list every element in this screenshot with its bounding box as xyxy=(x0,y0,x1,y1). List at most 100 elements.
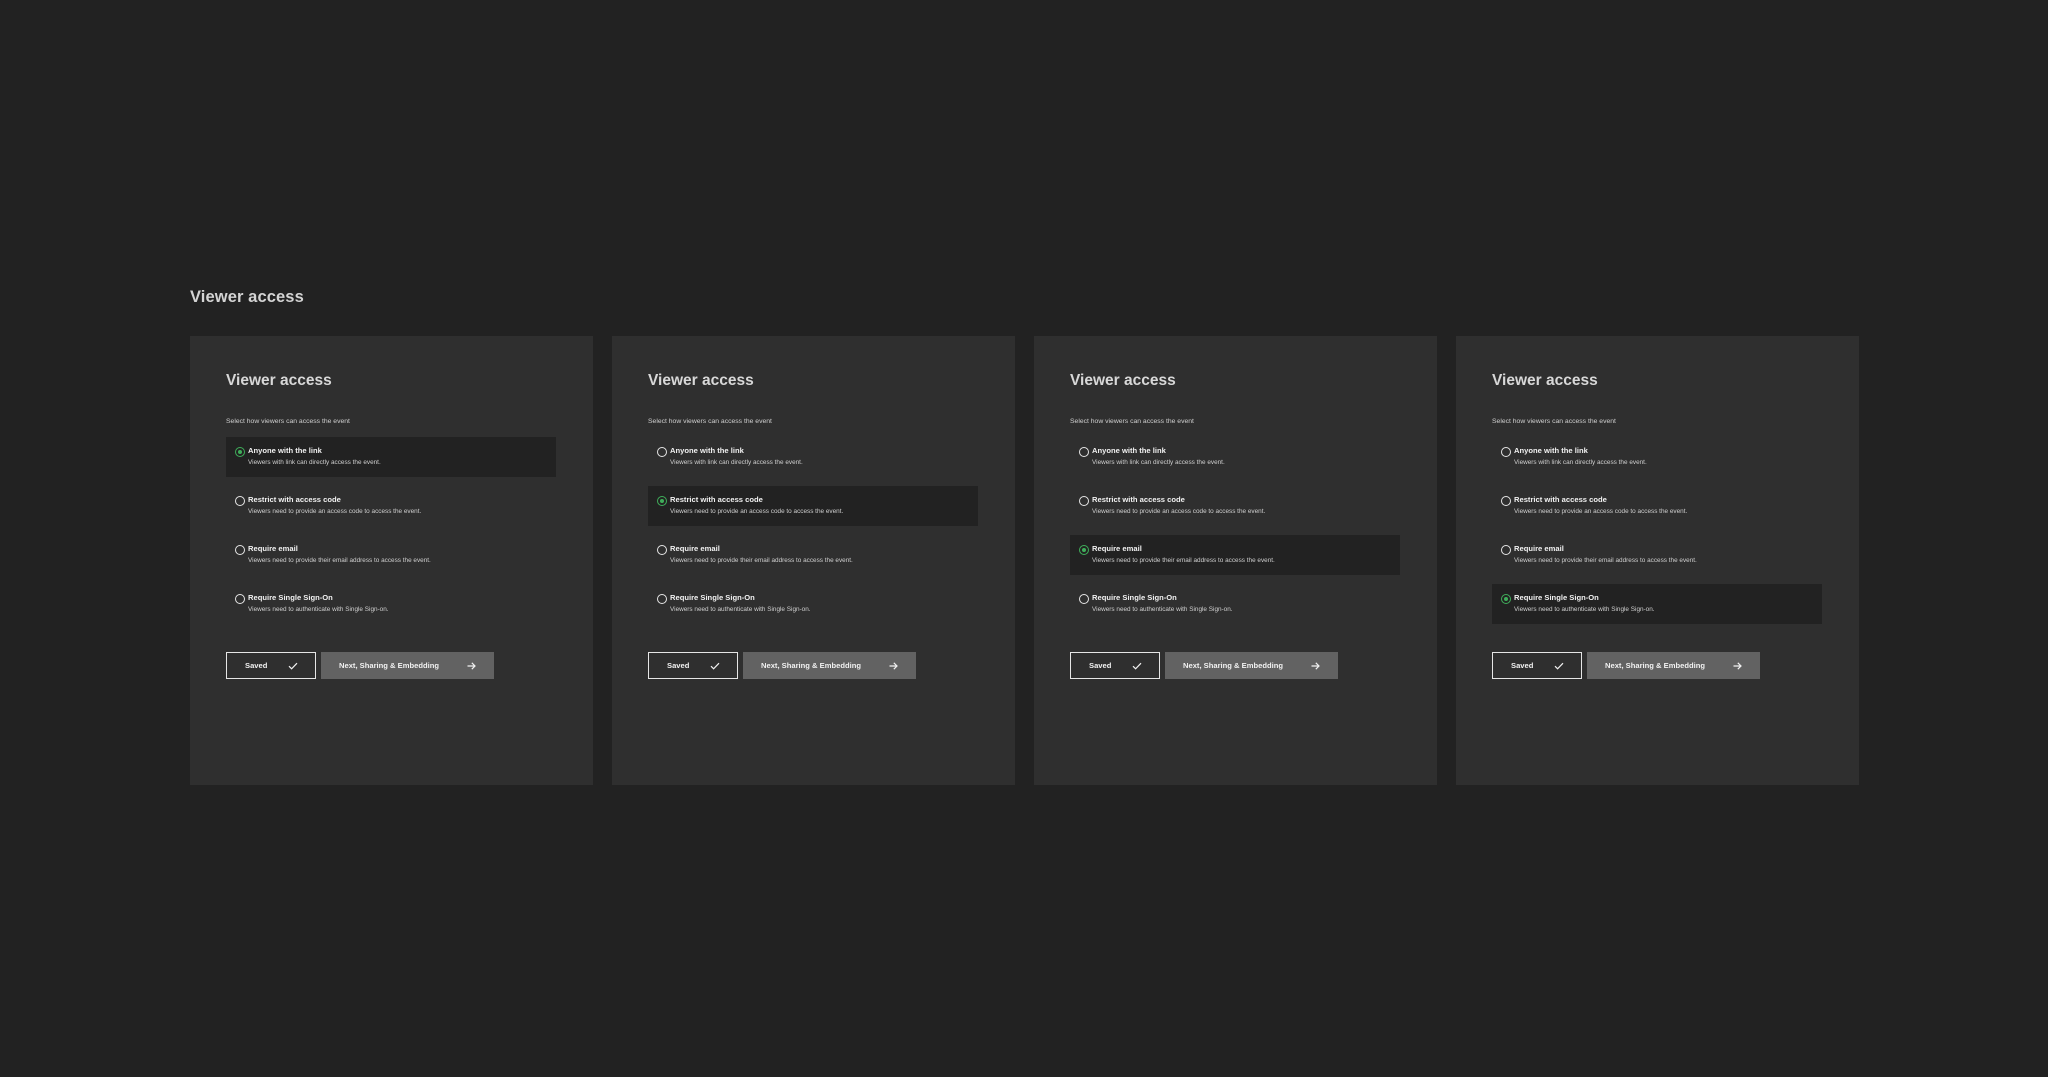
radio-button[interactable] xyxy=(1079,496,1089,506)
access-options: Anyone with the link Viewers with link c… xyxy=(226,437,556,633)
radio-button[interactable] xyxy=(1079,447,1089,457)
radio-button[interactable] xyxy=(235,447,245,457)
next-button-label: Next, Sharing & Embedding xyxy=(339,661,439,670)
button-row: Saved Next, Sharing & Embedding xyxy=(1070,652,1338,679)
option-access-code[interactable]: Restrict with access code Viewers need t… xyxy=(648,486,978,526)
radio-button[interactable] xyxy=(1501,545,1511,555)
next-button-label: Next, Sharing & Embedding xyxy=(1183,661,1283,670)
saved-button-label: Saved xyxy=(667,661,690,670)
radio-selected-dot xyxy=(1504,597,1508,601)
option-access-code[interactable]: Restrict with access code Viewers need t… xyxy=(226,486,556,526)
option-single-sign-on[interactable]: Require Single Sign-On Viewers need to a… xyxy=(1070,584,1400,624)
option-description: Viewers need to provide their email addr… xyxy=(1092,557,1275,564)
option-label: Require Single Sign-On xyxy=(248,593,333,602)
saved-button[interactable]: Saved xyxy=(1070,652,1160,679)
option-label: Anyone with the link xyxy=(670,446,744,455)
option-require-email[interactable]: Require email Viewers need to provide th… xyxy=(226,535,556,575)
next-sharing-embedding-button[interactable]: Next, Sharing & Embedding xyxy=(1165,652,1338,679)
check-icon xyxy=(1132,662,1142,670)
option-anyone-with-link[interactable]: Anyone with the link Viewers with link c… xyxy=(1070,437,1400,477)
panel-title: Viewer access xyxy=(226,372,332,389)
button-row: Saved Next, Sharing & Embedding xyxy=(1492,652,1760,679)
option-description: Viewers need to provide their email addr… xyxy=(1514,557,1697,564)
option-label: Require Single Sign-On xyxy=(1092,593,1177,602)
option-description: Viewers with link can directly access th… xyxy=(248,459,381,466)
arrow-right-icon xyxy=(1733,661,1742,670)
option-anyone-with-link[interactable]: Anyone with the link Viewers with link c… xyxy=(226,437,556,477)
viewer-access-panel: Viewer access Select how viewers can acc… xyxy=(190,336,593,785)
option-label: Restrict with access code xyxy=(248,495,341,504)
option-description: Viewers need to provide an access code t… xyxy=(1514,508,1688,515)
viewer-access-panel: Viewer access Select how viewers can acc… xyxy=(612,336,1015,785)
option-require-email[interactable]: Require email Viewers need to provide th… xyxy=(1070,535,1400,575)
saved-button[interactable]: Saved xyxy=(648,652,738,679)
radio-button[interactable] xyxy=(1501,496,1511,506)
option-label: Restrict with access code xyxy=(1092,495,1185,504)
option-access-code[interactable]: Restrict with access code Viewers need t… xyxy=(1070,486,1400,526)
option-label: Require email xyxy=(248,544,298,553)
radio-button[interactable] xyxy=(1501,447,1511,457)
option-description: Viewers need to authenticate with Single… xyxy=(248,606,389,613)
saved-button[interactable]: Saved xyxy=(1492,652,1582,679)
panel-title: Viewer access xyxy=(1070,372,1176,389)
option-description: Viewers with link can directly access th… xyxy=(1514,459,1647,466)
radio-button[interactable] xyxy=(1501,594,1511,604)
option-label: Require email xyxy=(670,544,720,553)
viewer-access-panel: Viewer access Select how viewers can acc… xyxy=(1034,336,1437,785)
radio-selected-dot xyxy=(238,450,242,454)
radio-button[interactable] xyxy=(657,447,667,457)
panel-title: Viewer access xyxy=(1492,372,1598,389)
arrow-right-icon xyxy=(889,661,898,670)
panel-subtitle: Select how viewers can access the event xyxy=(1070,418,1194,425)
option-anyone-with-link[interactable]: Anyone with the link Viewers with link c… xyxy=(648,437,978,477)
button-row: Saved Next, Sharing & Embedding xyxy=(226,652,494,679)
option-single-sign-on[interactable]: Require Single Sign-On Viewers need to a… xyxy=(1492,584,1822,624)
radio-button[interactable] xyxy=(657,594,667,604)
saved-button-label: Saved xyxy=(1511,661,1534,670)
saved-button[interactable]: Saved xyxy=(226,652,316,679)
radio-button[interactable] xyxy=(657,496,667,506)
viewer-access-panel: Viewer access Select how viewers can acc… xyxy=(1456,336,1859,785)
option-label: Anyone with the link xyxy=(1514,446,1588,455)
next-sharing-embedding-button[interactable]: Next, Sharing & Embedding xyxy=(1587,652,1760,679)
saved-button-label: Saved xyxy=(245,661,268,670)
option-description: Viewers need to provide an access code t… xyxy=(1092,508,1266,515)
radio-selected-dot xyxy=(1082,548,1086,552)
next-button-label: Next, Sharing & Embedding xyxy=(1605,661,1705,670)
option-single-sign-on[interactable]: Require Single Sign-On Viewers need to a… xyxy=(648,584,978,624)
panels-row: Viewer access Select how viewers can acc… xyxy=(190,336,1859,785)
next-sharing-embedding-button[interactable]: Next, Sharing & Embedding xyxy=(743,652,916,679)
option-label: Require Single Sign-On xyxy=(670,593,755,602)
option-label: Require email xyxy=(1092,544,1142,553)
panel-subtitle: Select how viewers can access the event xyxy=(226,418,350,425)
panel-subtitle: Select how viewers can access the event xyxy=(1492,418,1616,425)
option-label: Restrict with access code xyxy=(670,495,763,504)
radio-button[interactable] xyxy=(657,545,667,555)
option-label: Anyone with the link xyxy=(248,446,322,455)
option-require-email[interactable]: Require email Viewers need to provide th… xyxy=(648,535,978,575)
panel-subtitle: Select how viewers can access the event xyxy=(648,418,772,425)
option-single-sign-on[interactable]: Require Single Sign-On Viewers need to a… xyxy=(226,584,556,624)
check-icon xyxy=(710,662,720,670)
radio-button[interactable] xyxy=(1079,545,1089,555)
radio-button[interactable] xyxy=(235,496,245,506)
next-sharing-embedding-button[interactable]: Next, Sharing & Embedding xyxy=(321,652,494,679)
option-anyone-with-link[interactable]: Anyone with the link Viewers with link c… xyxy=(1492,437,1822,477)
option-description: Viewers need to provide an access code t… xyxy=(670,508,844,515)
radio-button[interactable] xyxy=(235,594,245,604)
option-description: Viewers need to provide their email addr… xyxy=(248,557,431,564)
radio-button[interactable] xyxy=(1079,594,1089,604)
option-require-email[interactable]: Require email Viewers need to provide th… xyxy=(1492,535,1822,575)
access-options: Anyone with the link Viewers with link c… xyxy=(1492,437,1822,633)
check-icon xyxy=(1554,662,1564,670)
option-label: Require email xyxy=(1514,544,1564,553)
saved-button-label: Saved xyxy=(1089,661,1112,670)
radio-button[interactable] xyxy=(235,545,245,555)
option-access-code[interactable]: Restrict with access code Viewers need t… xyxy=(1492,486,1822,526)
option-description: Viewers with link can directly access th… xyxy=(670,459,803,466)
option-label: Anyone with the link xyxy=(1092,446,1166,455)
access-options: Anyone with the link Viewers with link c… xyxy=(1070,437,1400,633)
option-description: Viewers need to authenticate with Single… xyxy=(670,606,811,613)
arrow-right-icon xyxy=(1311,661,1320,670)
page-title: Viewer access xyxy=(190,288,304,306)
